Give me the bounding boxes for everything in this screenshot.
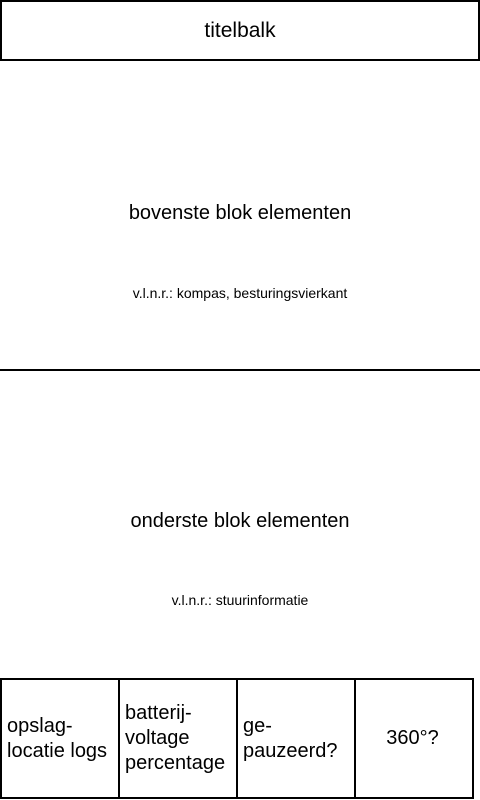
top-block: bovenste blok elementen v.l.n.r.: kompas… bbox=[0, 61, 480, 370]
titlebar-label: titelbalk bbox=[204, 18, 276, 42]
status-row: opslag- locatie logs batterij- voltage p… bbox=[0, 678, 480, 800]
status-cell-360[interactable]: 360°? bbox=[354, 678, 474, 799]
bottom-block-title: onderste blok elementen bbox=[130, 510, 350, 532]
status-cell-battery-label: batterij- voltage percentage bbox=[125, 702, 226, 774]
top-block-title: bovenste blok elementen bbox=[128, 202, 352, 224]
titlebar: titelbalk bbox=[0, 0, 480, 61]
top-block-subtitle: v.l.n.r.: kompas, besturingsvierkant bbox=[132, 285, 348, 301]
status-cell-paused[interactable]: ge- pauzeerd? bbox=[236, 678, 356, 799]
status-cell-battery[interactable]: batterij- voltage percentage bbox=[118, 678, 238, 799]
bottom-block-subtitle: v.l.n.r.: stuurinformatie bbox=[171, 592, 309, 608]
status-cell-360-label: 360°? bbox=[386, 727, 439, 749]
status-cell-paused-label: ge- pauzeerd? bbox=[243, 714, 338, 762]
status-cell-log-location-label: opslag- locatie logs bbox=[7, 714, 108, 762]
bottom-block: onderste blok elementen v.l.n.r.: stuuri… bbox=[0, 371, 480, 678]
status-cell-log-location[interactable]: opslag- locatie logs bbox=[0, 678, 120, 799]
